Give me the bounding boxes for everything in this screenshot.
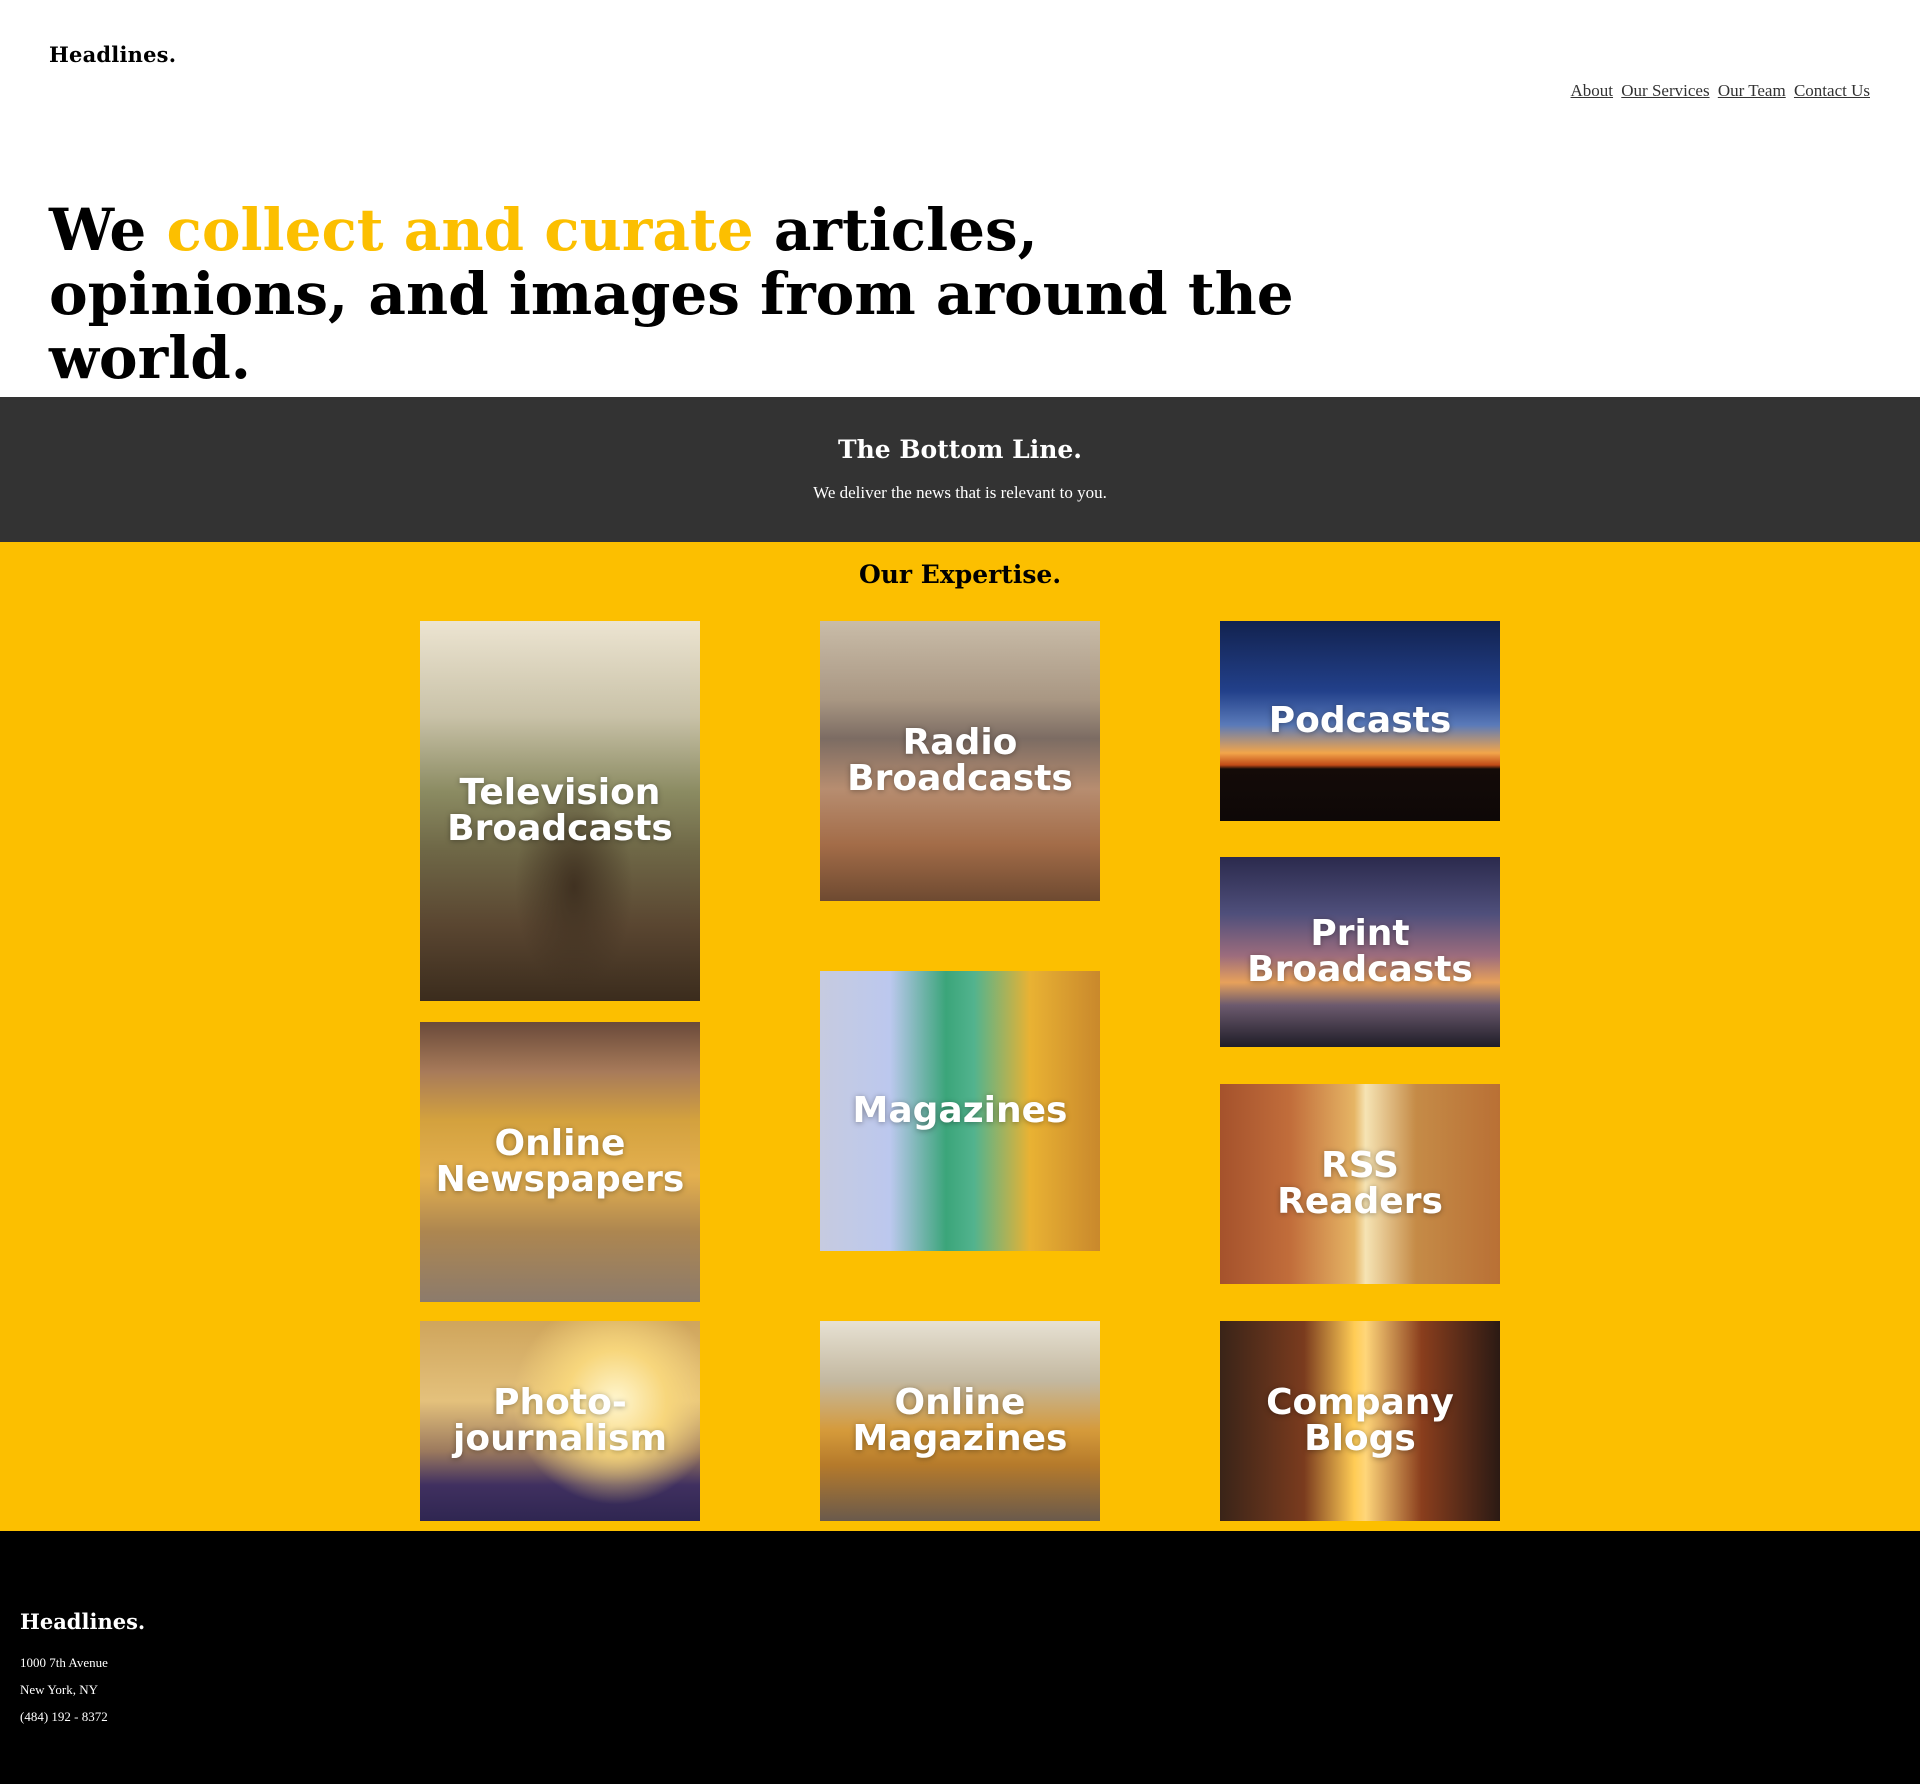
tile-label: Print Broadcasts xyxy=(1241,916,1479,988)
footer-phone: (484) 192 - 8372 xyxy=(20,1709,108,1724)
tile-label-line: Print xyxy=(1310,913,1410,954)
footer-address-street: 1000 7th Avenue xyxy=(20,1655,108,1670)
bottom-line-title: The Bottom Line. xyxy=(838,435,1082,464)
tile-label-line: Photo- xyxy=(493,1382,627,1423)
tile-label-line: journalism xyxy=(453,1418,667,1459)
tile-online-magazines[interactable]: Online Magazines xyxy=(820,1321,1100,1521)
tile-label: Company Blogs xyxy=(1260,1385,1460,1457)
tile-label-line: Broadcasts xyxy=(1247,949,1473,990)
main-nav: About Our Services Our Team Contact Us xyxy=(1567,81,1870,101)
nav-link-contact-us[interactable]: Contact Us xyxy=(1794,81,1870,100)
tile-label-line: Broadcasts xyxy=(447,808,673,849)
tile-company-blogs[interactable]: Company Blogs xyxy=(1220,1321,1500,1521)
tile-photojournalism[interactable]: Photo- journalism xyxy=(420,1321,700,1521)
tile-label-line: Magazines xyxy=(852,1418,1068,1459)
tile-label-line: RSS xyxy=(1321,1145,1399,1186)
tile-rss-readers[interactable]: RSS Readers xyxy=(1220,1084,1500,1284)
tile-podcasts[interactable]: Podcasts xyxy=(1220,621,1500,821)
tile-radio-broadcasts[interactable]: Radio Broadcasts xyxy=(820,621,1100,901)
tile-label: Podcasts xyxy=(1263,703,1458,739)
tile-label-line: Magazines xyxy=(852,1090,1068,1131)
tile-label-line: Radio xyxy=(902,722,1018,763)
tile-print-broadcasts[interactable]: Print Broadcasts xyxy=(1220,857,1500,1047)
tile-label: Online Magazines xyxy=(847,1385,1074,1457)
bottom-line-section: The Bottom Line. We deliver the news tha… xyxy=(0,397,1920,542)
tile-online-newspapers[interactable]: Online Newspapers xyxy=(420,1022,700,1302)
nav-link-our-team[interactable]: Our Team xyxy=(1718,81,1786,100)
tile-label-line: Readers xyxy=(1277,1181,1443,1222)
tile-magazines[interactable]: Magazines xyxy=(820,971,1100,1251)
tile-label-line: Podcasts xyxy=(1268,700,1452,741)
expertise-title: Our Expertise. xyxy=(858,560,1062,589)
tile-label: RSS Readers xyxy=(1271,1148,1449,1220)
hero-headline: We collect and curate articles, opinions… xyxy=(49,198,1309,390)
tile-label-line: Online xyxy=(494,1123,626,1164)
tile-label: Photo- journalism xyxy=(447,1385,673,1457)
tile-label-line: Newspapers xyxy=(435,1159,685,1200)
tile-label-line: Blogs xyxy=(1304,1418,1416,1459)
bottom-line-subtitle: We deliver the news that is relevant to … xyxy=(813,483,1107,502)
nav-link-about[interactable]: About xyxy=(1571,81,1614,100)
tile-label: Online Newspapers xyxy=(430,1126,691,1198)
tile-label-line: Online xyxy=(894,1382,1026,1423)
tile-label: Magazines xyxy=(847,1093,1074,1129)
tile-label-line: Television xyxy=(459,772,661,813)
nav-link-our-services[interactable]: Our Services xyxy=(1621,81,1709,100)
footer-address-city: New York, NY xyxy=(20,1682,99,1697)
tile-television-broadcasts[interactable]: Television Broadcasts xyxy=(420,621,700,1001)
site-footer: Headlines. 1000 7th Avenue New York, NY … xyxy=(0,1531,1920,1784)
tile-label: Television Broadcasts xyxy=(441,775,679,847)
tile-label: Radio Broadcasts xyxy=(841,725,1079,797)
tile-label-line: Company xyxy=(1266,1382,1454,1423)
hero-prefix: We xyxy=(49,196,147,264)
site-logo[interactable]: Headlines. xyxy=(49,42,176,67)
tile-label-line: Broadcasts xyxy=(847,758,1073,799)
hero-highlight: collect and curate xyxy=(166,196,754,264)
footer-logo: Headlines. xyxy=(20,1609,146,1634)
